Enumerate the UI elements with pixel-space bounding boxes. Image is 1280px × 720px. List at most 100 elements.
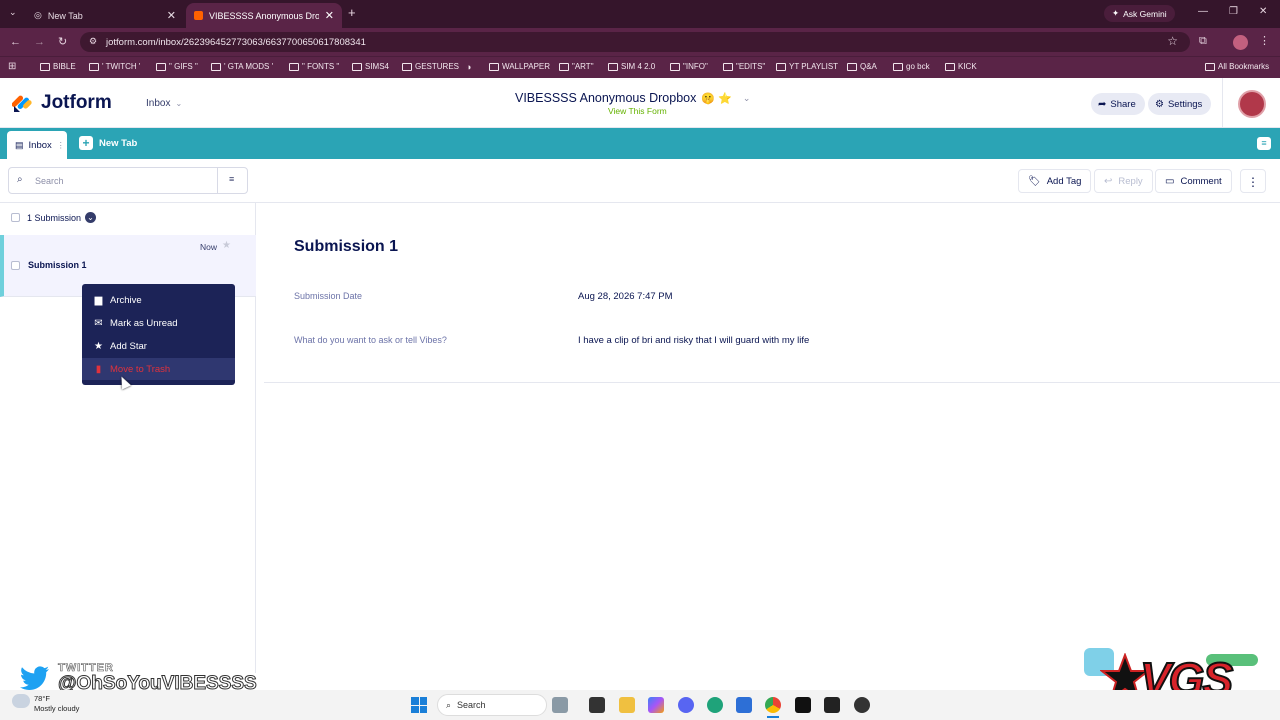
submission-count[interactable]: 1 Submission ⌄ [27, 212, 97, 223]
folder-icon [1205, 62, 1215, 71]
all-bookmarks[interactable]: All Bookmarks [1205, 62, 1269, 71]
maximize-icon[interactable]: ❐ [1229, 6, 1238, 17]
terminal-icon[interactable] [824, 697, 840, 713]
inbox-tray-icon: ▤ [15, 139, 24, 150]
bookmark-folder[interactable]: ' TWITCH ' [89, 62, 140, 71]
forward-icon[interactable]: → [34, 36, 45, 48]
ask-gemini-button[interactable]: ✦ Ask Gemini [1104, 5, 1175, 22]
file-explorer-icon[interactable] [619, 697, 635, 713]
field-value: I have a clip of bri and risky that I wi… [578, 335, 810, 346]
submission-count-label: 1 Submission [27, 212, 82, 223]
bookmark-folder[interactable]: go bck [893, 62, 930, 71]
view-form-link[interactable]: View This Form [608, 106, 667, 116]
browser-tab-jotform[interactable]: VIBESSSS Anonymous Dropbox ✕ [186, 3, 342, 28]
bookmark-label: SIMS4 [365, 62, 390, 71]
list-item-checkbox[interactable] [11, 261, 20, 270]
task-view-icon[interactable] [589, 697, 605, 713]
reply-button[interactable]: ↩ Reply [1094, 169, 1153, 193]
form-title-text: VIBESSSS Anonymous Dropbox [515, 91, 697, 105]
bookmark-folder[interactable]: YT PLAYLIST [776, 62, 838, 71]
form-emoji: 🤫 ⭐ [701, 92, 732, 105]
reply-label: Reply [1118, 175, 1143, 187]
chevron-down-icon[interactable]: ⌄ [743, 93, 751, 104]
bookmark-folder[interactable]: WALLPAPER [489, 62, 550, 71]
extensions-icon[interactable]: ⧉ [1199, 35, 1207, 48]
bookmark-label: ' TWITCH ' [102, 62, 141, 71]
bookmark-label: YT PLAYLIST [789, 62, 839, 71]
panel-toggle-icon[interactable]: ≡ [1257, 137, 1271, 150]
bookmark-folder[interactable]: ' GTA MODS ' [211, 62, 273, 71]
trash-icon: ▮ [95, 363, 102, 375]
menu-item-mark-unread[interactable]: ✉ Mark as Unread [82, 312, 235, 334]
capcut-icon[interactable] [795, 697, 811, 713]
bookmark-folder[interactable]: SIMS4 [352, 62, 389, 71]
more-options-icon[interactable]: ⋮ [1240, 169, 1266, 193]
bookmark-folder[interactable]: " GIFS " [156, 62, 198, 71]
windows-start-icon[interactable] [411, 697, 427, 713]
apps-grid-icon[interactable]: ⊞ [8, 61, 16, 72]
folder-icon [211, 62, 221, 71]
inbox-dropdown[interactable]: Inbox ⌄ [146, 98, 182, 109]
edge-icon[interactable] [707, 697, 723, 713]
tab-options-icon[interactable]: ⋮ [57, 141, 65, 150]
add-tag-button[interactable]: 🏷 Add Tag [1018, 169, 1092, 193]
taskbar-search[interactable]: ⌕ Search [437, 694, 547, 716]
search-highlight-icon[interactable] [552, 697, 568, 713]
close-tab-icon[interactable]: ✕ [167, 9, 176, 22]
bookmark-star-icon[interactable]: ☆ [1167, 34, 1178, 48]
jotform-logo-text[interactable]: Jotform [41, 92, 112, 114]
obs-icon[interactable] [854, 697, 870, 713]
close-tab-icon[interactable]: ✕ [325, 9, 334, 22]
site-info-icon[interactable]: ⚙ [89, 36, 97, 47]
select-all-checkbox[interactable] [11, 213, 20, 222]
bookmark-folder[interactable]: GESTURES [402, 62, 459, 71]
jotform-logo-icon[interactable] [11, 92, 34, 114]
discord-icon[interactable] [678, 697, 694, 713]
menu-item-move-to-trash[interactable]: ▮ Move to Trash [82, 358, 235, 380]
new-tab-button[interactable]: + [348, 5, 356, 20]
bookmark-folder[interactable]: "ART" [559, 62, 594, 71]
comment-icon: ▭ [1165, 175, 1175, 187]
filter-icon[interactable]: ≡ [229, 174, 234, 184]
menu-item-label: Archive [110, 294, 142, 306]
profile-avatar[interactable] [1233, 35, 1248, 50]
bookmark-folder[interactable]: "EDITS" [723, 62, 765, 71]
bookmark-label: Q&A [860, 62, 877, 71]
settings-button[interactable]: ⚙ Settings [1148, 93, 1212, 115]
browser-tab-new-tab[interactable]: ◎ New Tab ✕ [26, 3, 184, 28]
bookmark-folder[interactable]: BIBLE [40, 62, 76, 71]
minimize-icon[interactable]: — [1198, 6, 1208, 17]
bookmark-folder[interactable]: Q&A [847, 62, 877, 71]
folder-icon [40, 62, 50, 71]
bookmark-folder[interactable]: "INFO" [670, 62, 708, 71]
bookmark-folder[interactable]: " FONTS " [289, 62, 339, 71]
address-bar[interactable]: ⚙ jotform.com/inbox/262396452773063/6637… [80, 32, 1190, 52]
copilot-icon[interactable] [648, 697, 664, 713]
archive-box-icon: ▆ [94, 294, 103, 306]
site-bookmark-icon[interactable]: ◑ [466, 62, 471, 72]
folder-icon [89, 62, 99, 71]
tab-search-icon[interactable]: ⌄ [9, 7, 17, 18]
search-input[interactable]: ⌕ Search ≡ [8, 167, 248, 194]
menu-item-label: Add Star [110, 340, 147, 352]
tab-inbox[interactable]: ▤ Inbox ⋮ [7, 131, 67, 159]
browser-tab-strip: ⌄ ◎ New Tab ✕ VIBESSSS Anonymous Dropbox… [0, 0, 1280, 28]
bookmark-label: GESTURES [415, 62, 460, 71]
browser-menu-icon[interactable]: ⋮ [1259, 34, 1270, 47]
reload-icon[interactable]: ↻ [58, 35, 67, 48]
share-button[interactable]: ➦ Share [1091, 93, 1145, 115]
menu-item-archive[interactable]: ▆ Archive [82, 289, 235, 311]
user-avatar[interactable] [1238, 90, 1266, 118]
comment-button[interactable]: ▭ Comment [1155, 169, 1232, 193]
new-tab-button[interactable]: + New Tab [79, 136, 137, 150]
bookmark-folder[interactable]: KICK [945, 62, 977, 71]
menu-item-add-star[interactable]: ★ Add Star [82, 335, 235, 357]
star-icon[interactable]: ★ [222, 240, 231, 251]
bookmark-folder[interactable]: SIM 4 2.0 [608, 62, 655, 71]
folder-icon [156, 62, 166, 71]
close-window-icon[interactable]: ✕ [1259, 6, 1267, 17]
add-tag-label: Add Tag [1046, 175, 1082, 187]
store-icon[interactable] [736, 697, 752, 713]
chrome-icon[interactable] [765, 697, 781, 713]
back-icon[interactable]: ← [10, 36, 21, 48]
